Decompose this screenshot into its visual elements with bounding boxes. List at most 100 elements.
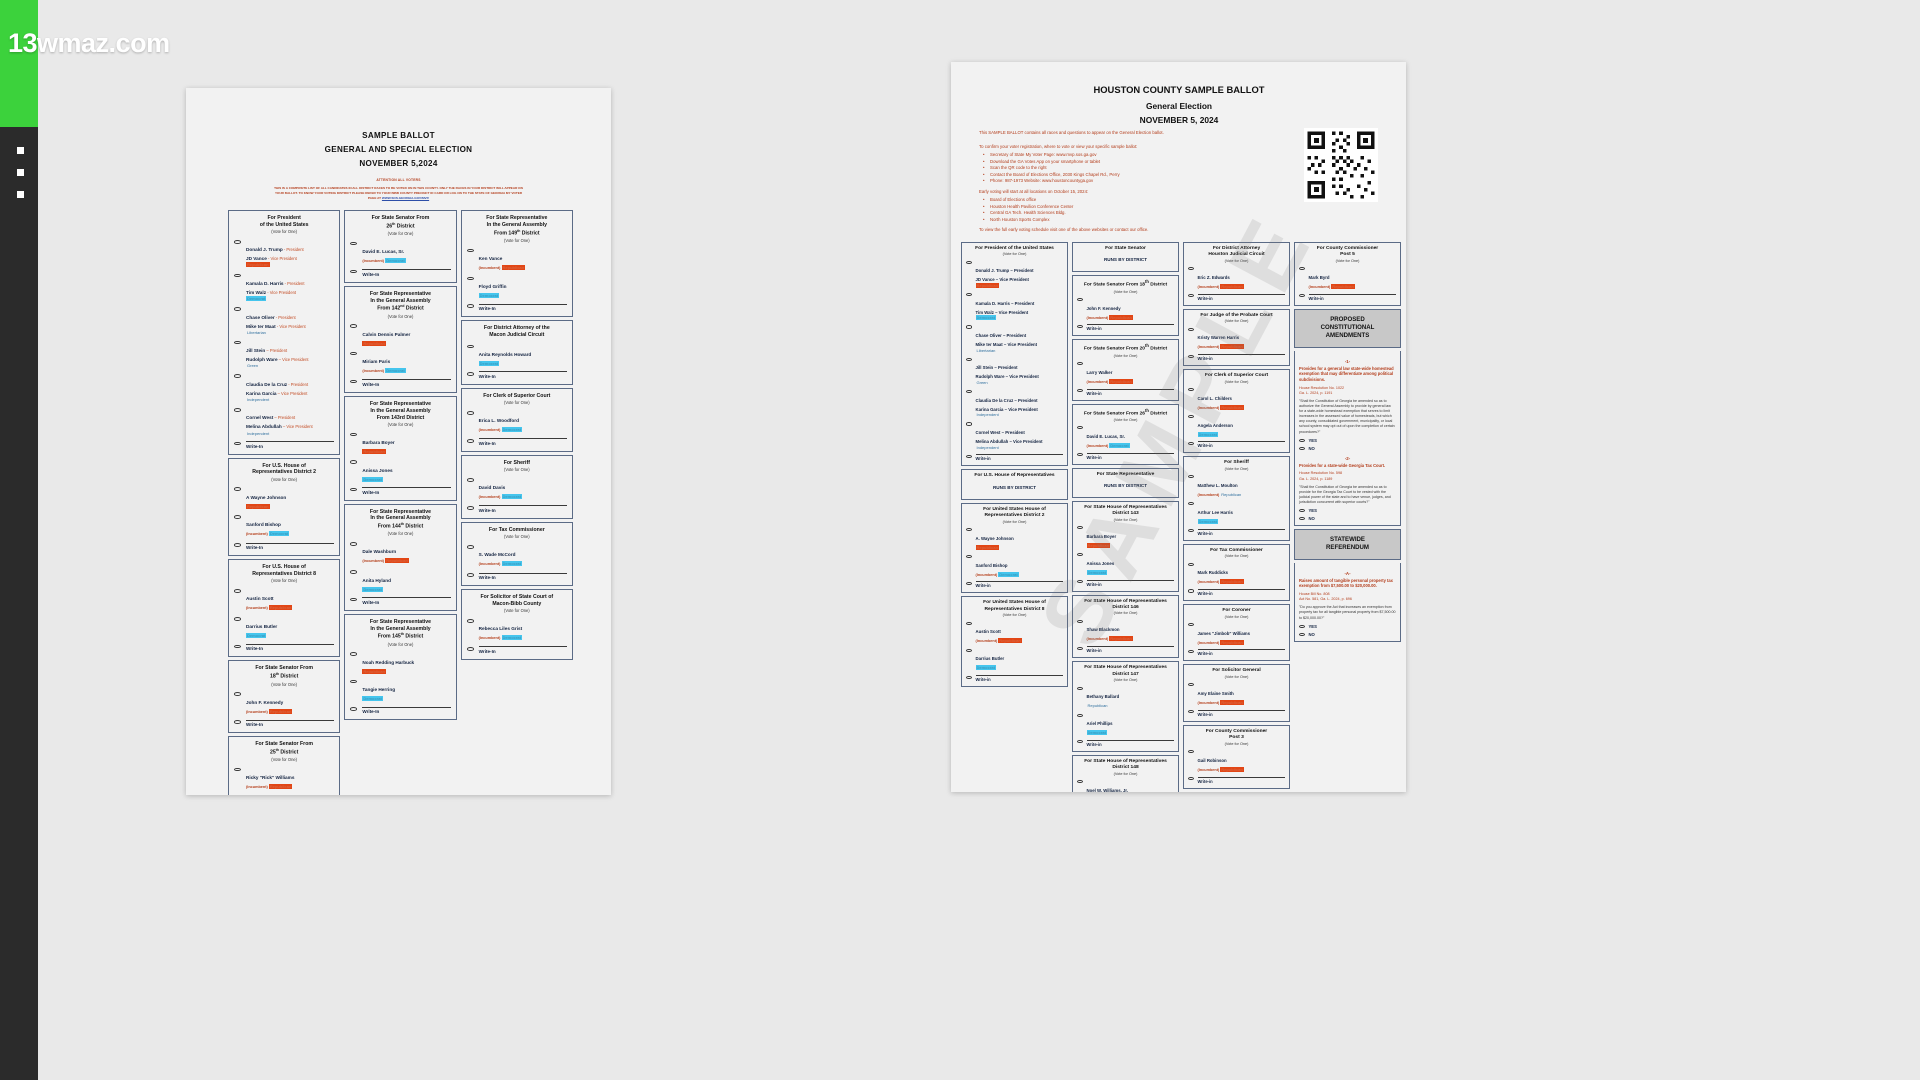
- vote-oval[interactable]: [1077, 713, 1083, 717]
- candidate-row[interactable]: Ken Vance (Incumbent) Republican: [466, 247, 567, 271]
- vote-oval[interactable]: [466, 439, 474, 443]
- rail-bullet-1[interactable]: [17, 147, 24, 154]
- candidate-row[interactable]: Cornel West – President Melina Abdullah –…: [234, 406, 334, 436]
- vote-oval[interactable]: [350, 570, 358, 574]
- vote-oval[interactable]: [234, 617, 241, 621]
- candidate-row[interactable]: James "Jimbob" Williams (Incumbent) Repub…: [1188, 622, 1285, 646]
- candidate-row[interactable]: Barbara Boyer Republican: [1077, 525, 1174, 549]
- mvp-link[interactable]: WWW.SOS.GEORGIA.GOV/MVP.: [382, 196, 429, 200]
- candidate-row[interactable]: A Wayne Johnson Republican: [234, 486, 334, 510]
- candidate-row[interactable]: Shaw Blackmon (Incumbent) Republican: [1077, 618, 1174, 642]
- rail-bullet-3[interactable]: [17, 191, 24, 198]
- vote-oval[interactable]: [1077, 579, 1083, 584]
- write-in-row[interactable]: Write-in: [1188, 528, 1285, 536]
- candidate-row[interactable]: Bethany Ballard Republican: [1077, 685, 1174, 709]
- vote-oval[interactable]: [1299, 267, 1305, 271]
- candidate-row[interactable]: Noah Redding Harbuck Republican: [350, 651, 450, 675]
- candidate-row[interactable]: Chase Oliver - President Mike ter Maat - …: [234, 306, 334, 336]
- vote-oval[interactable]: [234, 239, 241, 244]
- candidate-row[interactable]: Kristy Warren Harris (Incumbent) Republic…: [1188, 326, 1285, 350]
- write-in-row[interactable]: Write-in: [1188, 353, 1285, 361]
- candidate-row[interactable]: Noel W. Williams, Jr.(Incumbent) Republi…: [1077, 779, 1174, 792]
- candidate-row[interactable]: Gail Robinson (Incumbent) Republican: [1188, 749, 1285, 773]
- vote-oval[interactable]: [1077, 425, 1083, 430]
- vote-oval[interactable]: [966, 422, 972, 426]
- candidate-row[interactable]: Sanford Bishop (Incumbent) Democrat: [966, 554, 1063, 578]
- vote-oval[interactable]: [350, 652, 358, 656]
- write-in-row[interactable]: Write-In: [466, 303, 567, 311]
- write-in-row[interactable]: Write-in: [1077, 388, 1174, 396]
- vote-oval[interactable]: [1077, 452, 1083, 456]
- vote-oval[interactable]: [1299, 446, 1305, 450]
- vote-oval[interactable]: [1299, 632, 1305, 636]
- vote-oval[interactable]: [1188, 649, 1194, 653]
- vote-oval[interactable]: [1188, 294, 1194, 298]
- vote-oval[interactable]: [1299, 509, 1305, 513]
- candidate-row[interactable]: Anita Reynolds Howard Democrat: [466, 343, 567, 367]
- vote-oval[interactable]: [1077, 646, 1083, 650]
- vote-oval[interactable]: [350, 351, 358, 356]
- candidate-row[interactable]: David Davis (Incumbent) Democrat: [466, 476, 567, 500]
- vote-oval[interactable]: [234, 487, 241, 492]
- vote-oval[interactable]: [466, 344, 474, 349]
- write-in-row[interactable]: Write-in: [1077, 323, 1174, 331]
- vote-oval[interactable]: [966, 454, 972, 458]
- write-in-row[interactable]: Write-in: [1188, 293, 1285, 301]
- candidate-row[interactable]: David E. Lucas, Sr. (Incumbent) Democrat: [350, 240, 450, 264]
- vote-oval[interactable]: [234, 273, 241, 278]
- write-in-row[interactable]: Write-in: [1299, 293, 1396, 301]
- candidate-row[interactable]: Mark Byrd (Incumbent) Republican: [1299, 266, 1396, 290]
- amendment-option[interactable]: YES: [1299, 438, 1396, 443]
- referendum-option[interactable]: NO: [1299, 632, 1396, 637]
- vote-oval[interactable]: [1077, 324, 1083, 328]
- candidate-row[interactable]: Chase Oliver – President Mike ter Maat – …: [966, 324, 1063, 353]
- vote-oval[interactable]: [966, 554, 972, 559]
- vote-oval[interactable]: [1077, 686, 1083, 690]
- write-in-row[interactable]: Write-In: [234, 542, 335, 550]
- write-in-row[interactable]: Write-In: [350, 486, 451, 495]
- write-in-row[interactable]: Write-in: [966, 580, 1063, 588]
- write-in-row[interactable]: Write-In: [234, 643, 335, 651]
- write-in-row[interactable]: Write-in: [1077, 452, 1174, 460]
- candidate-row[interactable]: Rebecca Liles Grist (Incumbent) Democrat: [466, 617, 567, 641]
- referendum-option[interactable]: YES: [1299, 624, 1396, 629]
- vote-oval[interactable]: [1188, 415, 1194, 419]
- vote-oval[interactable]: [234, 340, 241, 345]
- vote-oval[interactable]: [966, 581, 972, 585]
- vote-oval[interactable]: [466, 573, 474, 577]
- vote-oval[interactable]: [350, 487, 358, 492]
- amendment-option[interactable]: NO: [1299, 446, 1396, 451]
- write-in-row[interactable]: Write-In: [350, 706, 451, 714]
- write-in-row[interactable]: Write-In: [466, 645, 567, 654]
- vote-oval[interactable]: [1188, 683, 1194, 687]
- vote-oval[interactable]: [234, 720, 241, 724]
- vote-oval[interactable]: [966, 293, 972, 297]
- vote-oval[interactable]: [1188, 589, 1194, 593]
- vote-oval[interactable]: [1188, 750, 1194, 754]
- vote-oval[interactable]: [466, 544, 474, 549]
- vote-oval[interactable]: [1299, 517, 1305, 521]
- candidate-row[interactable]: Ricky "Rick" Williams (Incumbent) Republi…: [234, 766, 334, 790]
- write-in-row[interactable]: Write-In: [350, 596, 451, 605]
- candidate-row[interactable]: Erica L. Woodford (Incumbent) Democrat: [466, 409, 567, 433]
- candidate-row[interactable]: Jill Stein – President Rudolph Ware – Vic…: [966, 356, 1063, 385]
- vote-oval[interactable]: [350, 707, 358, 711]
- vote-oval[interactable]: [350, 432, 358, 437]
- vote-oval[interactable]: [466, 248, 474, 253]
- vote-oval[interactable]: [1188, 475, 1194, 479]
- vote-oval[interactable]: [350, 379, 358, 384]
- vote-oval[interactable]: [234, 408, 241, 412]
- candidate-row[interactable]: Claudia De la Cruz – President Karina Gar…: [966, 389, 1063, 418]
- candidate-row[interactable]: Anissa Jones Democrat: [350, 459, 450, 483]
- candidate-row[interactable]: Darrius Butler Democrat: [234, 615, 334, 639]
- candidate-row[interactable]: Angela Anderson Democrat: [1188, 414, 1285, 438]
- write-in-row[interactable]: Write-In: [350, 268, 451, 277]
- vote-oval[interactable]: [966, 621, 972, 625]
- vote-oval[interactable]: [1188, 327, 1194, 331]
- vote-oval[interactable]: [1077, 297, 1083, 302]
- vote-oval[interactable]: [234, 307, 241, 311]
- write-in-row[interactable]: Write-in: [1188, 776, 1285, 784]
- write-in-row[interactable]: Write-In: [234, 719, 335, 727]
- vote-oval[interactable]: [234, 441, 241, 446]
- vote-oval[interactable]: [966, 648, 972, 652]
